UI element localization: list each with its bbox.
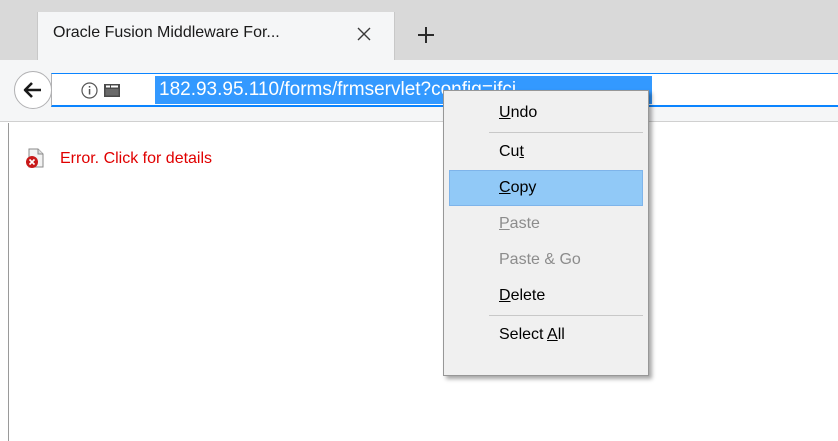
menu-separator xyxy=(489,132,643,133)
menu-accelerator: A xyxy=(547,326,558,343)
error-document-icon xyxy=(25,148,46,169)
menu-item-cut[interactable]: Cut xyxy=(449,134,643,170)
menu-accelerator: C xyxy=(499,179,511,196)
back-arrow-icon xyxy=(23,82,41,98)
menu-label-prefix: Select xyxy=(499,326,548,343)
back-button[interactable] xyxy=(14,71,52,109)
close-icon[interactable] xyxy=(351,21,377,47)
menu-item-paste[interactable]: Paste xyxy=(449,206,643,242)
menu-separator xyxy=(489,315,643,316)
tab-title: Oracle Fusion Middleware For... xyxy=(53,24,280,41)
menu-accelerator: U xyxy=(499,104,511,121)
menu-accelerator: t xyxy=(519,143,524,160)
content-divider xyxy=(8,123,9,441)
menu-label-suffix: ll xyxy=(557,326,565,343)
menu-label-suffix: opy xyxy=(510,179,537,196)
menu-item-undo[interactable]: Undo xyxy=(449,95,643,131)
menu-accelerator: D xyxy=(499,287,511,304)
context-menu: Undo Cut Copy Paste Paste & Go Delete Se… xyxy=(443,90,649,376)
menu-label-prefix: Cu xyxy=(499,143,520,160)
menu-label-suffix: ndo xyxy=(510,104,538,121)
navigation-bar: 182.93.95.110/forms/frmservlet?config=jf… xyxy=(0,60,838,122)
menu-accelerator: P xyxy=(499,215,510,232)
menu-item-delete[interactable]: Delete xyxy=(449,278,643,314)
menu-item-select-all[interactable]: Select All xyxy=(449,317,643,353)
menu-label-prefix: Paste & Go xyxy=(499,251,581,268)
tab-oracle-fusion[interactable]: Oracle Fusion Middleware For... xyxy=(37,12,395,60)
error-text[interactable]: Error. Click for details xyxy=(60,150,212,168)
menu-item-paste-and-go[interactable]: Paste & Go xyxy=(449,242,643,278)
error-message[interactable]: Error. Click for details xyxy=(25,148,212,169)
menu-label-suffix: elete xyxy=(510,287,546,304)
plus-icon[interactable] xyxy=(411,20,441,50)
menu-item-copy[interactable]: Copy xyxy=(449,170,643,206)
menu-label-suffix: aste xyxy=(509,215,540,232)
page-content: Error. Click for details xyxy=(0,123,838,441)
tab-strip: Oracle Fusion Middleware For... xyxy=(0,0,838,60)
info-icon[interactable] xyxy=(81,82,98,99)
page-icon xyxy=(103,83,121,98)
